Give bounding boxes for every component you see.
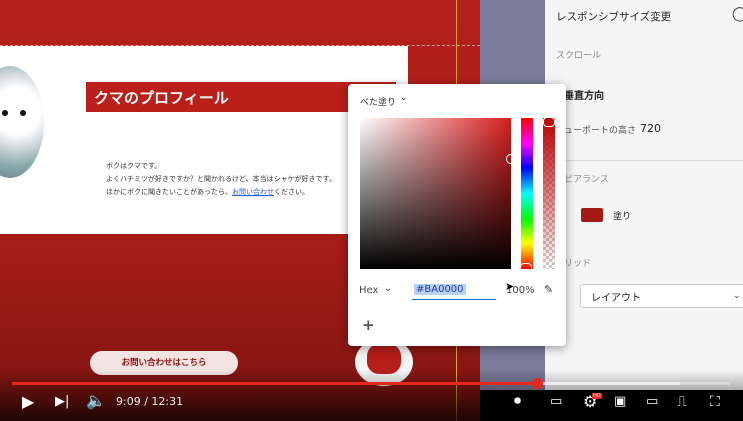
avatar-eye xyxy=(2,110,8,116)
grid-label: リッド xyxy=(564,259,592,269)
chevron-down-icon[interactable]: ⌄ xyxy=(400,93,408,103)
subtitles-icon[interactable]: ▭ xyxy=(550,394,562,410)
profile-text-line-3: ほかにボクに聞きたいことがあったら、お問い合わせください。 xyxy=(106,187,309,197)
autoplay-toggle-icon[interactable]: ⏺ xyxy=(514,393,521,409)
fill-type-select[interactable]: べた塗り xyxy=(360,95,396,108)
profile-title: クマのプロフィール xyxy=(94,89,229,107)
chevron-down-icon[interactable]: ⌄ xyxy=(733,288,741,304)
saturation-handle[interactable] xyxy=(506,154,516,164)
profile-text: ほかにボクに聞きたいことがあったら、 xyxy=(106,188,232,196)
opacity-slider[interactable] xyxy=(543,118,555,269)
play-icon[interactable]: ▶ xyxy=(22,394,34,410)
scroll-select[interactable]: 垂直方向 xyxy=(564,87,604,102)
theater-mode-icon[interactable]: ▭ xyxy=(646,394,658,410)
volume-icon[interactable]: 🔈 xyxy=(86,393,106,409)
hd-badge: HD xyxy=(592,393,602,399)
saturation-area[interactable] xyxy=(360,118,511,269)
fill-label: 塗り xyxy=(613,212,632,222)
color-mode-select[interactable]: Hex xyxy=(359,285,378,296)
responsive-resize-label: レスポンシブサイズ変更 xyxy=(556,11,672,23)
scroll-label: スクロール xyxy=(556,51,602,61)
avatar-eye xyxy=(20,110,26,116)
mouse-cursor-icon: ➤ xyxy=(505,280,515,293)
profile-text-line: ボクはクマです。 xyxy=(106,162,162,170)
eyedropper-icon[interactable]: ✎ xyxy=(544,283,553,296)
layout-select-label: レイアウト xyxy=(591,293,641,304)
color-picker-popup: べた塗り ⌄ Hex ⌄ #BA0000 100% ✎ + xyxy=(348,84,566,346)
toggle-icon[interactable]: ◯ xyxy=(732,6,743,22)
player-controls-overlay xyxy=(0,370,743,421)
hue-handle[interactable] xyxy=(520,263,532,273)
add-color-button[interactable]: + xyxy=(362,316,375,334)
hue-slider[interactable] xyxy=(521,118,533,269)
next-icon[interactable]: ▶| xyxy=(55,394,69,410)
progress-played xyxy=(12,382,537,385)
fullscreen-icon[interactable]: ⛶ xyxy=(710,394,720,410)
video-frame: クマのプロフィール ボクはクマです。 よくハチミツが好きですか？と聞かれるけど、… xyxy=(0,0,743,421)
profile-text-line: よくハチミツが好きですか？と聞かれるけど、本当はシャケが好きです。 xyxy=(106,175,336,183)
contact-link[interactable]: お問い合わせ xyxy=(232,188,274,196)
divider xyxy=(545,160,743,161)
profile-card xyxy=(0,46,408,234)
appearance-label: ピアランス xyxy=(564,175,609,185)
opacity-handle[interactable] xyxy=(543,117,555,127)
viewport-height-input[interactable]: 720 xyxy=(640,122,661,135)
profile-text-suffix: ください。 xyxy=(274,188,309,196)
chevron-down-icon[interactable]: ⌄ xyxy=(384,283,392,294)
time-display: 9:09 / 12:31 xyxy=(116,395,184,408)
miniplayer-icon[interactable]: ▣ xyxy=(614,394,626,410)
cast-icon[interactable]: ⎍ xyxy=(677,394,687,410)
scrubber-handle[interactable] xyxy=(531,378,543,389)
viewport-height-label: ューポートの高さ xyxy=(564,126,637,136)
fill-color-swatch[interactable] xyxy=(581,208,603,222)
hex-value: #BA0000 xyxy=(414,284,466,295)
